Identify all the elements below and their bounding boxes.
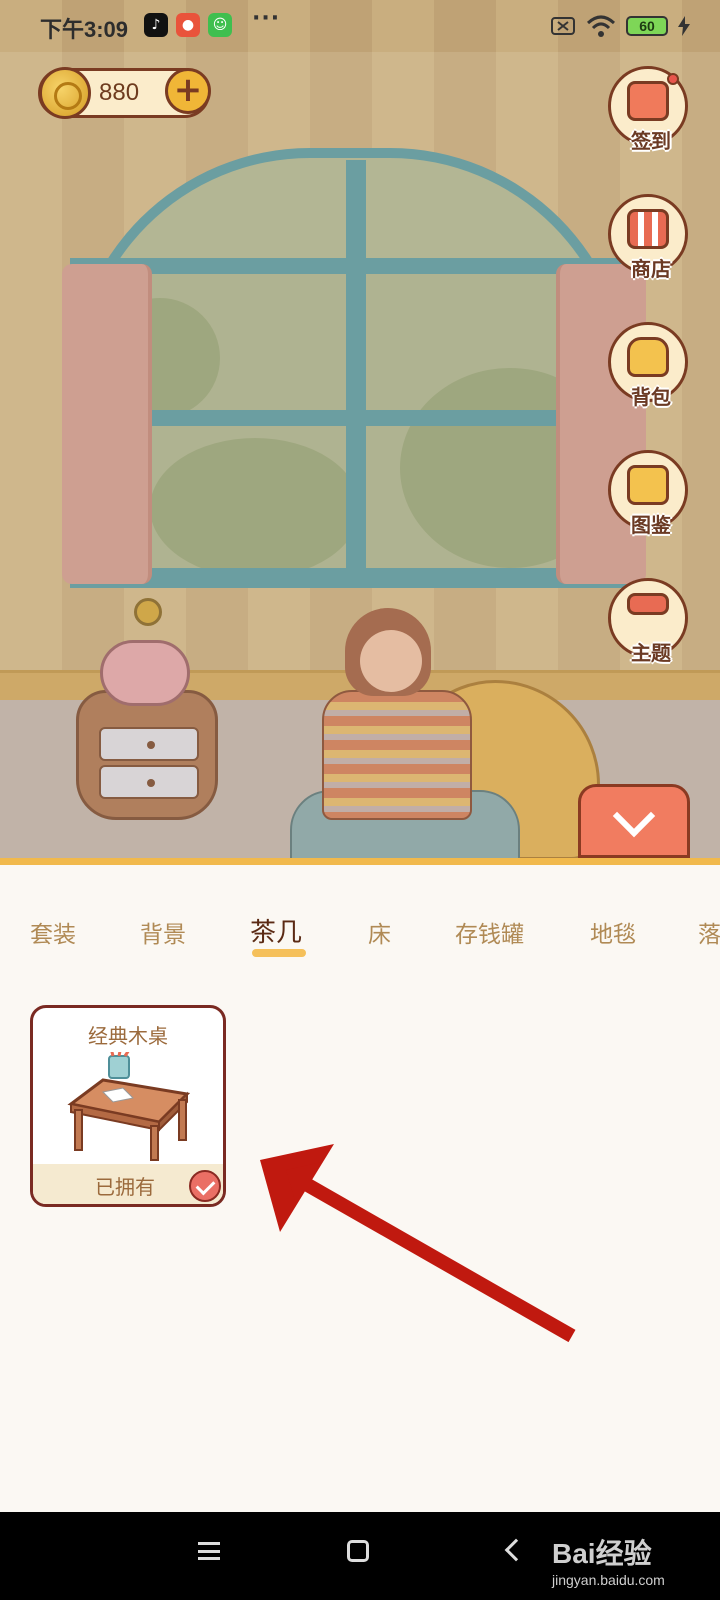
side-menu-label: 主题 xyxy=(631,641,671,665)
nightstand xyxy=(76,690,218,820)
home-icon[interactable] xyxy=(347,1540,369,1562)
charging-bolt-icon xyxy=(678,16,690,36)
chevron-down-icon xyxy=(612,794,656,838)
active-tab-indicator xyxy=(252,949,306,957)
watermark-url: jingyan.baidu.com xyxy=(552,1572,665,1588)
add-coins-button[interactable]: + xyxy=(165,68,211,114)
side-menu-label: 图鉴 xyxy=(631,513,671,537)
collection-button[interactable]: 图鉴 xyxy=(608,450,688,537)
tab-carpet[interactable]: 地毯 xyxy=(590,915,636,949)
coin-icon xyxy=(39,67,91,119)
paint-roller-icon xyxy=(627,593,669,615)
drawer xyxy=(99,727,199,761)
character-face xyxy=(360,630,422,692)
wooden-table-image xyxy=(67,1052,191,1161)
coin-amount: 880 xyxy=(99,79,140,106)
side-menu-label: 签到 xyxy=(631,129,671,153)
owned-check-icon xyxy=(189,1170,221,1202)
wifi-icon xyxy=(586,15,616,37)
coin-balance: 880 + xyxy=(38,67,211,119)
calendar-icon xyxy=(627,81,669,121)
menu-icon[interactable] xyxy=(198,1542,220,1560)
more-notifications-icon: ··· xyxy=(252,6,281,31)
tab-partial[interactable]: 落 xyxy=(698,915,720,949)
book-icon xyxy=(627,465,669,505)
shop-icon xyxy=(627,209,669,249)
baidu-watermark: Bai经验 jingyan.baidu.com xyxy=(552,1532,665,1588)
tab-coffee-table[interactable]: 茶几 xyxy=(250,912,302,949)
no-sim-icon xyxy=(551,17,575,35)
navigation-bar: Bai经验 jingyan.baidu.com xyxy=(0,1512,720,1600)
tab-piggy-bank[interactable]: 存钱罐 xyxy=(455,915,524,949)
window-mullion xyxy=(70,568,630,586)
status-bar: 下午3:09 ♪ ● ☺ ··· 60 xyxy=(0,0,720,52)
item-status: 已拥有 xyxy=(95,1175,155,1199)
tab-suits[interactable]: 套装 xyxy=(30,915,76,949)
furniture-panel: 套装 背景 茶几 床 存钱罐 地毯 落 经典木桌 已拥有 xyxy=(0,858,720,1512)
character-body xyxy=(322,690,472,820)
tree-foliage xyxy=(150,438,360,578)
tab-background[interactable]: 背景 xyxy=(140,915,186,949)
status-right-group: 60 xyxy=(550,12,690,40)
curtain-left xyxy=(62,264,152,584)
theme-button[interactable]: 主题 xyxy=(608,578,688,665)
backpack-icon xyxy=(627,337,669,377)
category-tabs: 套装 背景 茶几 床 存钱罐 地毯 落 xyxy=(0,915,720,965)
sign-in-button[interactable]: 签到 xyxy=(608,66,688,153)
notification-dot xyxy=(667,73,679,85)
tiktok-icon: ♪ xyxy=(144,13,168,37)
piggy-bank[interactable] xyxy=(100,640,190,706)
battery-indicator: 60 xyxy=(626,16,668,36)
tab-bed[interactable]: 床 xyxy=(368,915,391,949)
shop-button[interactable]: 商店 xyxy=(608,194,688,281)
room-window xyxy=(62,148,646,593)
drawer-knob xyxy=(147,779,155,787)
watermark-main: Bai经验 xyxy=(552,1538,652,1569)
side-menu-label: 商店 xyxy=(631,257,671,281)
wechat-app-icon: ☺ xyxy=(208,13,232,37)
back-icon[interactable] xyxy=(504,1538,528,1562)
window-mullion xyxy=(346,160,366,580)
status-time: 下午3:09 xyxy=(40,17,129,42)
side-menu-label: 背包 xyxy=(631,385,671,409)
floating-coin-icon[interactable] xyxy=(134,598,162,626)
window-mullion xyxy=(70,258,630,274)
notification-app-icon: ● xyxy=(176,13,200,37)
item-name: 经典木桌 xyxy=(88,1024,168,1048)
window-mullion xyxy=(70,410,630,426)
backpack-button[interactable]: 背包 xyxy=(608,322,688,409)
drawer-knob xyxy=(147,741,155,749)
drawer xyxy=(99,765,199,799)
collapse-panel-button[interactable] xyxy=(578,784,690,858)
item-card[interactable]: 经典木桌 已拥有 xyxy=(30,1005,226,1207)
